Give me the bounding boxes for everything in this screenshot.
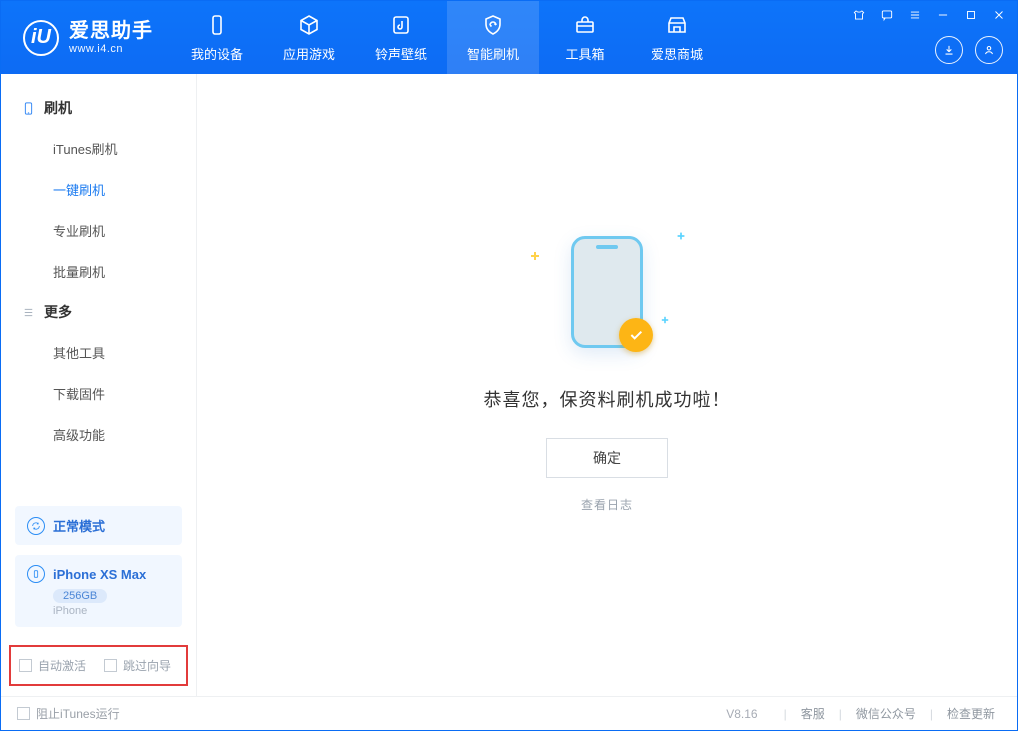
sidebar-item-batch-flash[interactable]: 批量刷机 [1, 251, 196, 292]
download-button[interactable] [935, 36, 963, 64]
nav-tabs: 我的设备 应用游戏 铃声壁纸 智能刷机 工具箱 爱思商城 [171, 1, 723, 74]
tab-label: 工具箱 [565, 44, 604, 63]
version-label: V8.16 [726, 707, 757, 721]
tab-store[interactable]: 爱思商城 [631, 1, 723, 74]
checkbox-block-itunes[interactable]: 阻止iTunes运行 [17, 705, 120, 722]
app-window: iU 爱思助手 www.i4.cn 我的设备 应用游戏 铃声壁纸 智能刷机 [0, 0, 1018, 731]
sidebar-group-more: 更多 [1, 292, 196, 332]
account-button[interactable] [975, 36, 1003, 64]
main-content: 恭喜您，保资料刷机成功啦！ 确定 查看日志 [197, 74, 1017, 696]
device-icon [27, 565, 45, 583]
ok-button[interactable]: 确定 [546, 438, 668, 478]
device-panel[interactable]: iPhone XS Max 256GB iPhone [15, 555, 182, 627]
device-capacity: 256GB [53, 589, 107, 603]
device-icon [204, 12, 230, 38]
tab-apps-games[interactable]: 应用游戏 [263, 1, 355, 74]
app-name: 爱思助手 [69, 20, 153, 43]
feedback-icon[interactable] [879, 7, 895, 23]
list-icon [21, 305, 36, 320]
app-url: www.i4.cn [69, 43, 153, 56]
mode-label: 正常模式 [53, 516, 105, 535]
maximize-icon[interactable] [963, 7, 979, 23]
success-message: 恭喜您，保资料刷机成功啦！ [484, 386, 731, 412]
tab-smart-flash[interactable]: 智能刷机 [447, 1, 539, 74]
check-badge-icon [619, 318, 653, 352]
sidebar-item-pro-flash[interactable]: 专业刷机 [1, 210, 196, 251]
footer-link-wechat[interactable]: 微信公众号 [850, 705, 922, 722]
tab-toolbox[interactable]: 工具箱 [539, 1, 631, 74]
cube-icon [296, 12, 322, 38]
mode-icon [27, 517, 45, 535]
footer-link-support[interactable]: 客服 [795, 705, 831, 722]
tab-label: 铃声壁纸 [375, 44, 427, 63]
tab-label: 智能刷机 [467, 44, 519, 63]
sparkle-icon [662, 316, 668, 322]
checkbox-auto-activate[interactable]: 自动激活 [19, 657, 86, 674]
highlighted-options: 自动激活 跳过向导 [9, 645, 188, 686]
close-icon[interactable] [991, 7, 1007, 23]
group-title: 刷机 [44, 98, 72, 118]
logo-badge-icon: iU [23, 20, 59, 56]
success-panel: 恭喜您，保资料刷机成功啦！ 确定 查看日志 [484, 228, 731, 513]
toolbox-icon [572, 12, 598, 38]
sidebar-item-oneclick-flash[interactable]: 一键刷机 [1, 169, 196, 210]
shirt-icon[interactable] [851, 7, 867, 23]
sidebar-group-flash: 刷机 [1, 88, 196, 128]
view-log-link[interactable]: 查看日志 [581, 496, 633, 513]
group-title: 更多 [44, 302, 72, 322]
body: 刷机 iTunes刷机 一键刷机 专业刷机 批量刷机 更多 其他工具 下载固件 … [1, 74, 1017, 696]
checkbox-skip-guide[interactable]: 跳过向导 [104, 657, 171, 674]
success-illustration [527, 228, 687, 358]
mode-panel[interactable]: 正常模式 [15, 506, 182, 545]
phone-icon [21, 101, 36, 116]
app-logo: iU 爱思助手 www.i4.cn [1, 1, 171, 74]
sidebar-item-itunes-flash[interactable]: iTunes刷机 [1, 128, 196, 169]
footer-link-update[interactable]: 检查更新 [941, 705, 1001, 722]
tab-label: 我的设备 [191, 44, 243, 63]
sparkle-icon [678, 232, 685, 239]
store-icon [664, 12, 690, 38]
sparkle-icon [531, 252, 539, 260]
sidebar-item-download-firmware[interactable]: 下载固件 [1, 373, 196, 414]
sidebar-item-advanced[interactable]: 高级功能 [1, 414, 196, 455]
minimize-icon[interactable] [935, 7, 951, 23]
shield-refresh-icon [480, 12, 506, 38]
window-controls [851, 7, 1007, 23]
tab-ringtone-wallpaper[interactable]: 铃声壁纸 [355, 1, 447, 74]
tab-my-device[interactable]: 我的设备 [171, 1, 263, 74]
sidebar: 刷机 iTunes刷机 一键刷机 专业刷机 批量刷机 更多 其他工具 下载固件 … [1, 74, 197, 696]
status-bar: 阻止iTunes运行 V8.16 | 客服 | 微信公众号 | 检查更新 [1, 696, 1017, 730]
menu-icon[interactable] [907, 7, 923, 23]
titlebar: iU 爱思助手 www.i4.cn 我的设备 应用游戏 铃声壁纸 智能刷机 [1, 1, 1017, 74]
sidebar-item-other-tools[interactable]: 其他工具 [1, 332, 196, 373]
device-name: iPhone XS Max [53, 567, 146, 582]
tab-label: 应用游戏 [283, 44, 335, 63]
music-note-icon [388, 12, 414, 38]
device-type: iPhone [53, 605, 170, 617]
tab-label: 爱思商城 [651, 44, 703, 63]
